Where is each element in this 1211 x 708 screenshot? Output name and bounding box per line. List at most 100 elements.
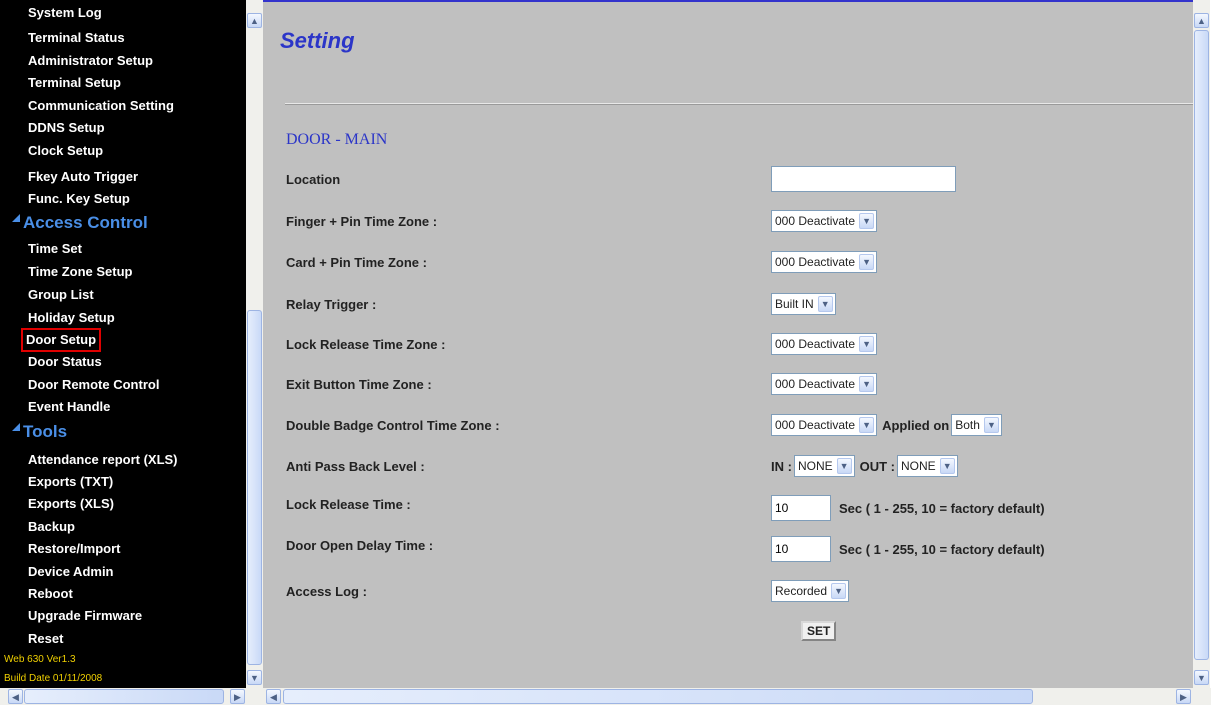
left-vertical-scrollbar[interactable]: ▲ ▼ xyxy=(246,0,263,688)
nav-item-exports-txt[interactable]: Exports (TXT) xyxy=(28,473,113,491)
access-log-row: Recorded ▼ xyxy=(771,579,850,603)
nav-item-door-remote-control[interactable]: Door Remote Control xyxy=(28,376,159,394)
right-vertical-scrollbar[interactable]: ▲ ▼ xyxy=(1193,0,1210,688)
right-arrow-icon[interactable]: ▶ xyxy=(1176,689,1191,704)
lock-release-tz-label: Lock Release Time Zone : xyxy=(286,337,446,352)
up-arrow-icon[interactable]: ▲ xyxy=(247,13,262,28)
nav-item-ddns-setup[interactable]: DDNS Setup xyxy=(28,119,105,137)
left-arrow-icon[interactable]: ◀ xyxy=(266,689,281,704)
left-hscroll-thumb[interactable] xyxy=(24,689,224,704)
applied-on-select-value: Both xyxy=(955,418,980,432)
nav-item-backup[interactable]: Backup xyxy=(28,518,75,536)
exit-button-tz-select[interactable]: 000 Deactivate ▼ xyxy=(771,373,878,395)
nav-item-system-log[interactable]: System Log xyxy=(28,4,102,22)
up-arrow-icon[interactable]: ▲ xyxy=(1194,13,1209,28)
nav-item-func-key-setup[interactable]: Func. Key Setup xyxy=(28,190,130,208)
build-date-text: Build Date 01/11/2008 xyxy=(4,673,103,684)
access-log-select-value: Recorded xyxy=(775,584,828,598)
access-log-label: Access Log : xyxy=(286,584,367,599)
finger-pin-label: Finger + Pin Time Zone : xyxy=(286,214,438,229)
card-pin-select-value: 000 Deactivate xyxy=(775,255,856,269)
nav-item-communication-setting[interactable]: Communication Setting xyxy=(28,97,174,115)
chevron-down-icon[interactable]: ▼ xyxy=(859,376,875,392)
relay-trigger-select[interactable]: Built IN ▼ xyxy=(771,293,836,315)
finger-pin-row: 000 Deactivate ▼ xyxy=(771,209,878,233)
nav-item-door-status[interactable]: Door Status xyxy=(28,353,102,371)
exit-button-tz-row: 000 Deactivate ▼ xyxy=(771,372,878,396)
chevron-down-icon[interactable]: ▼ xyxy=(859,417,875,433)
lock-release-time-row: Sec ( 1 - 255, 10 = factory default) xyxy=(771,495,1045,521)
triangle-icon xyxy=(12,214,20,222)
nav-item-restore-import[interactable]: Restore/Import xyxy=(28,540,120,558)
chevron-down-icon[interactable]: ▼ xyxy=(859,213,875,229)
in-select-value: NONE xyxy=(797,459,833,473)
chevron-down-icon[interactable]: ▼ xyxy=(859,336,875,352)
nav-item-event-handle[interactable]: Event Handle xyxy=(28,398,110,416)
anti-pass-back-label: Anti Pass Back Level : xyxy=(286,459,425,474)
door-open-delay-input[interactable] xyxy=(771,536,831,562)
nav-item-time-zone-setup[interactable]: Time Zone Setup xyxy=(28,263,133,281)
nav-item-upgrade-firmware[interactable]: Upgrade Firmware xyxy=(28,607,142,625)
category-tools-label: Tools xyxy=(23,422,68,441)
double-badge-select-value: 000 Deactivate xyxy=(775,418,856,432)
out-select[interactable]: NONE ▼ xyxy=(897,455,958,477)
nav-item-group-list[interactable]: Group List xyxy=(28,286,94,304)
relay-trigger-row: Built IN ▼ xyxy=(771,292,836,316)
chevron-down-icon[interactable]: ▼ xyxy=(859,254,875,270)
anti-pass-back-row: IN : NONE ▼ OUT : NONE ▼ xyxy=(771,454,958,478)
lock-release-time-label: Lock Release Time : xyxy=(286,497,411,512)
double-badge-select[interactable]: 000 Deactivate ▼ xyxy=(771,414,878,436)
applied-on-label: Applied on xyxy=(882,417,950,433)
nav-item-terminal-status[interactable]: Terminal Status xyxy=(28,29,125,47)
category-tools: Tools xyxy=(12,422,67,442)
lock-release-tz-select[interactable]: 000 Deactivate ▼ xyxy=(771,333,878,355)
nav-item-time-set[interactable]: Time Set xyxy=(28,240,82,258)
right-horizontal-scrollbar[interactable]: ◀ ▶ xyxy=(263,688,1211,705)
nav-item-clock-setup[interactable]: Clock Setup xyxy=(28,142,103,160)
nav-item-reboot[interactable]: Reboot xyxy=(28,585,73,603)
set-button[interactable]: SET xyxy=(801,621,837,641)
chevron-down-icon[interactable]: ▼ xyxy=(836,458,852,474)
left-scroll-thumb[interactable] xyxy=(247,310,262,665)
nav-item-reset[interactable]: Reset xyxy=(28,630,63,648)
right-hscroll-thumb[interactable] xyxy=(283,689,1033,704)
lock-release-tz-select-value: 000 Deactivate xyxy=(775,337,856,351)
nav-item-administrator-setup[interactable]: Administrator Setup xyxy=(28,52,153,70)
left-arrow-icon[interactable]: ◀ xyxy=(8,689,23,704)
category-access-control-label: Access Control xyxy=(23,213,148,232)
in-select[interactable]: NONE ▼ xyxy=(793,455,855,477)
finger-pin-select[interactable]: 000 Deactivate ▼ xyxy=(771,210,878,232)
down-arrow-icon[interactable]: ▼ xyxy=(247,670,262,685)
chevron-down-icon[interactable]: ▼ xyxy=(831,583,847,599)
chevron-down-icon[interactable]: ▼ xyxy=(983,417,999,433)
lock-release-tz-row: 000 Deactivate ▼ xyxy=(771,332,878,356)
card-pin-label: Card + Pin Time Zone : xyxy=(286,255,427,270)
exit-button-tz-select-value: 000 Deactivate xyxy=(775,377,856,391)
right-scroll-thumb[interactable] xyxy=(1194,30,1209,660)
location-row xyxy=(771,166,956,192)
out-label: OUT : xyxy=(859,458,896,474)
left-horizontal-scrollbar[interactable]: ◀ ▶ xyxy=(0,688,263,705)
nav-item-attendance-report[interactable]: Attendance report (XLS) xyxy=(28,451,178,469)
chevron-down-icon[interactable]: ▼ xyxy=(939,458,955,474)
nav-item-fkey-auto-trigger[interactable]: Fkey Auto Trigger xyxy=(28,168,138,186)
access-log-select[interactable]: Recorded ▼ xyxy=(771,580,850,602)
nav-item-device-admin[interactable]: Device Admin xyxy=(28,563,114,581)
triangle-icon xyxy=(12,423,20,431)
version-text: Web 630 Ver1.3 xyxy=(4,654,76,665)
card-pin-select[interactable]: 000 Deactivate ▼ xyxy=(771,251,878,273)
applied-on-select[interactable]: Both ▼ xyxy=(951,414,1002,436)
nav-item-terminal-setup[interactable]: Terminal Setup xyxy=(28,74,121,92)
chevron-down-icon[interactable]: ▼ xyxy=(817,296,833,312)
nav-item-door-setup[interactable]: Door Setup xyxy=(20,328,102,352)
nav-item-holiday-setup[interactable]: Holiday Setup xyxy=(28,309,115,327)
right-arrow-icon[interactable]: ▶ xyxy=(230,689,245,704)
in-label: IN : xyxy=(771,458,792,474)
down-arrow-icon[interactable]: ▼ xyxy=(1194,670,1209,685)
finger-pin-select-value: 000 Deactivate xyxy=(775,214,856,228)
card-pin-row: 000 Deactivate ▼ xyxy=(771,250,878,274)
nav-item-exports-xls[interactable]: Exports (XLS) xyxy=(28,495,114,513)
lock-release-time-input[interactable] xyxy=(771,495,831,521)
location-input[interactable] xyxy=(771,166,956,192)
location-label: Location xyxy=(286,172,341,187)
